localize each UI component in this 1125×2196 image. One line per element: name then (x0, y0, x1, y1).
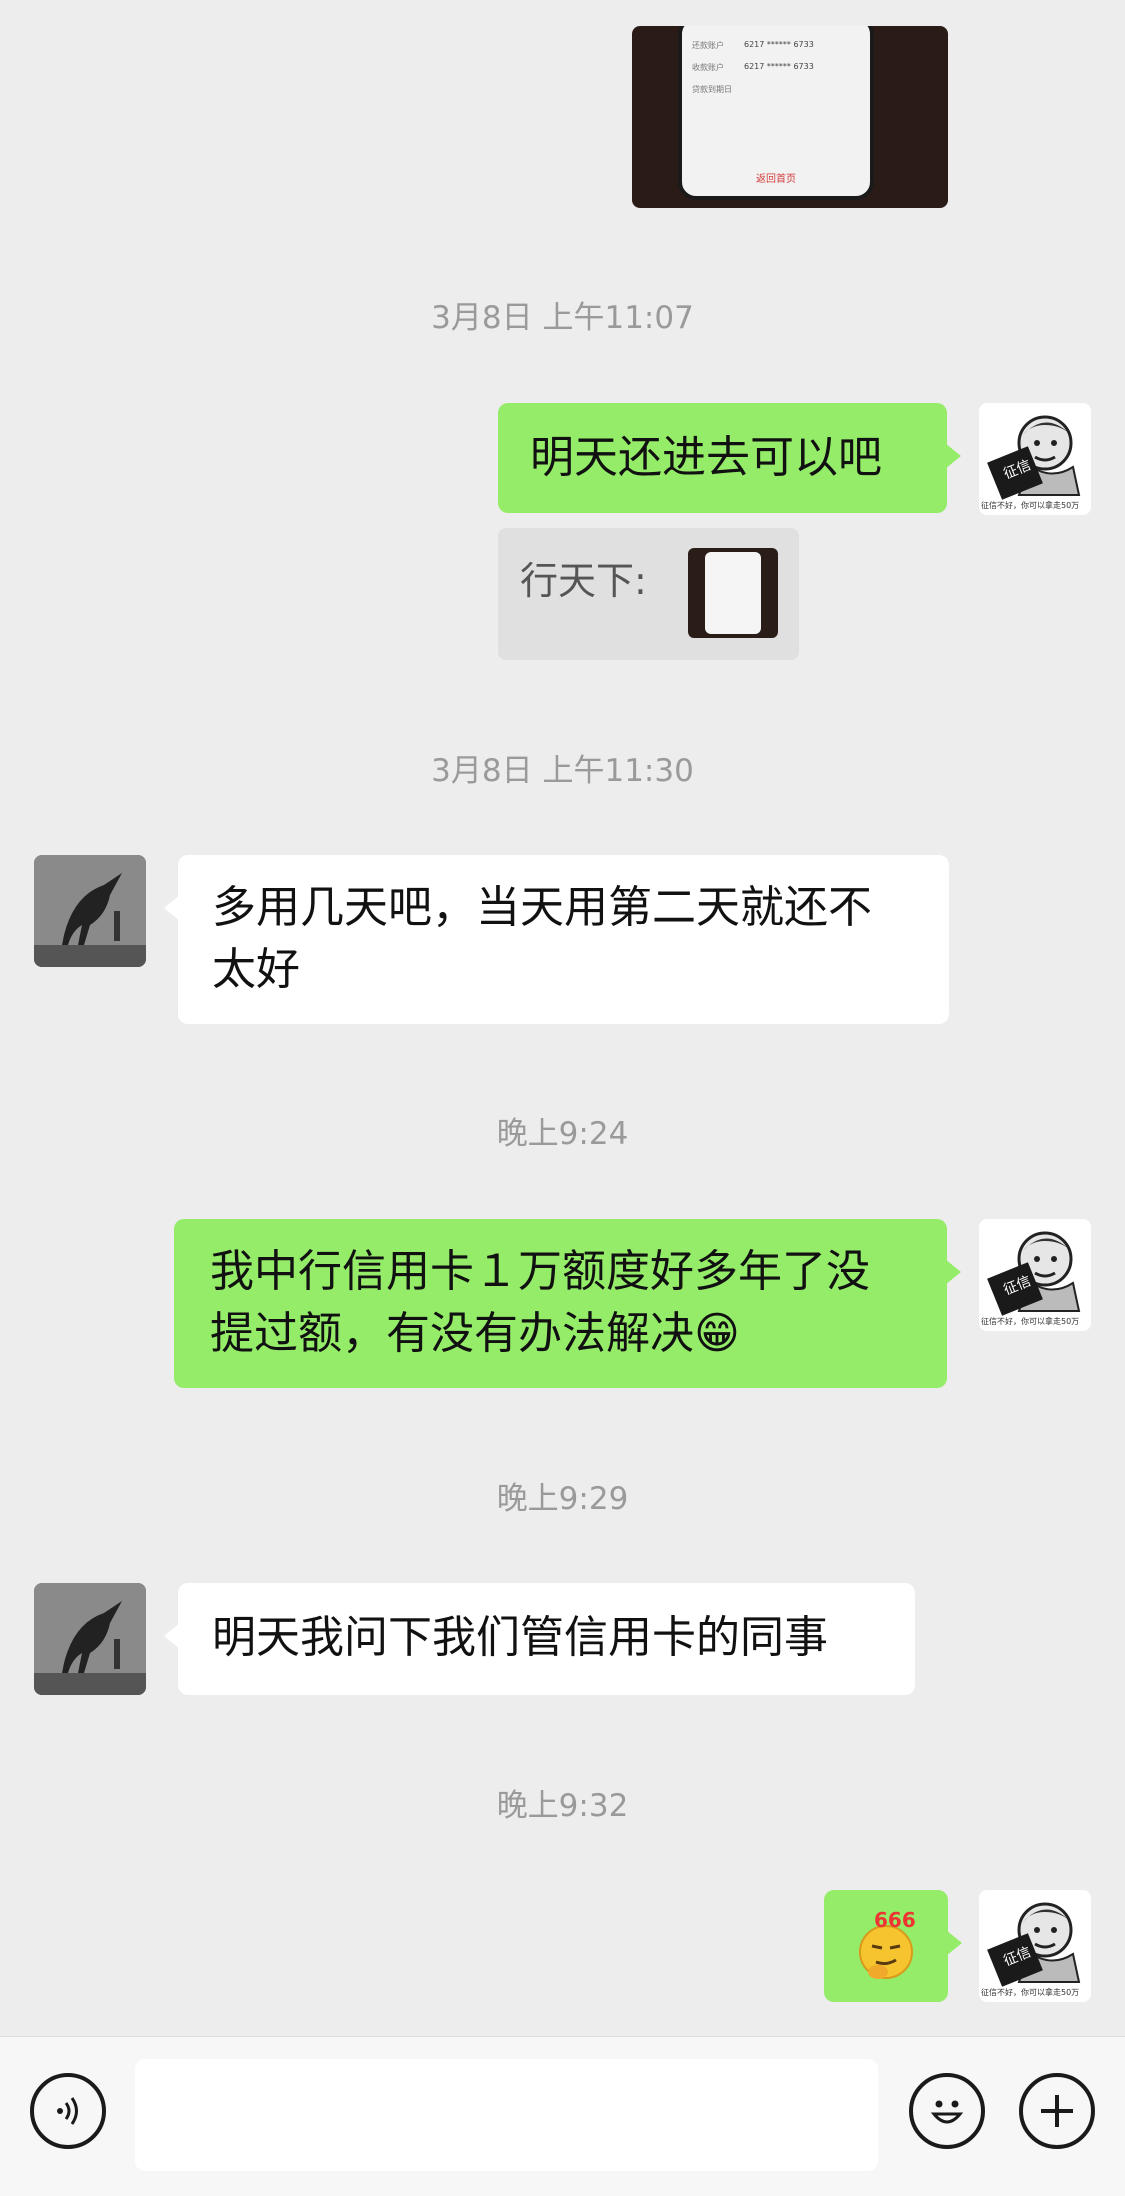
message-text: 多用几天吧，当天用第二天就还不太好 (212, 882, 872, 995)
photo-row: 贷款到期日 (692, 85, 732, 94)
message-input[interactable] (135, 2059, 878, 2171)
avatar-caption: 征信不好，你可以拿走50万 (981, 1317, 1080, 1326)
phone-screen-in-photo: 还款账户 6217 ****** 6733 收款账户 6217 ****** 6… (678, 26, 874, 200)
unicorn-avatar-icon (34, 1583, 146, 1695)
message-bubble-self[interactable]: 666 (824, 1890, 962, 2002)
avatar[interactable] (34, 855, 146, 967)
unicorn-avatar-icon (34, 855, 146, 967)
avatar-caption: 征信不好，你可以拿走50万 (981, 501, 1080, 510)
message-text: 我中行信用卡１万额度好多年了没提过额，有没有办法解决😁 (210, 1246, 870, 1359)
photo-footer-link: 返回首页 (756, 174, 796, 185)
quote-author: 行天下: (520, 559, 647, 603)
photo-row: 还款账户 6217 ****** 6733 (692, 40, 814, 50)
message-bubble-other[interactable]: 明天我问下我们管信用卡的同事 (164, 1583, 915, 1695)
chat-area[interactable]: 还款账户 6217 ****** 6733 收款账户 6217 ****** 6… (0, 0, 1125, 2036)
avatar[interactable]: 征信 征信不好，你可以拿走50万 (979, 403, 1091, 515)
message-text: 明天我问下我们管信用卡的同事 (212, 1612, 828, 1663)
meme-avatar-icon (987, 1231, 1081, 1316)
image-thumbnail (688, 548, 778, 638)
message-bubble-self[interactable]: 我中行信用卡１万额度好多年了没提过额，有没有办法解决😁 (174, 1219, 961, 1388)
message-bubble-self[interactable]: 明天还进去可以吧 (498, 403, 961, 513)
timestamp: 3月8日 上午11:30 (431, 753, 694, 789)
message-text: 明天还进去可以吧 (530, 432, 882, 483)
emoji-button[interactable] (909, 2073, 985, 2149)
input-bar (0, 2036, 1125, 2196)
voice-icon (57, 2097, 78, 2125)
avatar[interactable]: 征信 征信不好，你可以拿走50万 (979, 1890, 1091, 2002)
message-bubble-other[interactable]: 多用几天吧，当天用第二天就还不太好 (164, 855, 949, 1024)
photo-row: 收款账户 6217 ****** 6733 (692, 62, 814, 72)
meme-avatar-icon (987, 1902, 1081, 1987)
avatar[interactable]: 征信 征信不好，你可以拿走50万 (979, 1219, 1091, 1331)
emoji-icon (930, 2100, 964, 2124)
666-emoji-icon (859, 1925, 913, 1979)
timestamp: 晚上9:32 (496, 1788, 629, 1824)
meme-avatar-icon (987, 415, 1081, 500)
image-message[interactable]: 还款账户 6217 ****** 6733 收款账户 6217 ****** 6… (632, 26, 948, 208)
plus-icon (1041, 2095, 1073, 2127)
timestamp: 晚上9:24 (496, 1116, 629, 1152)
sticker-text: 666 (874, 1908, 916, 1932)
voice-button[interactable] (30, 2073, 106, 2149)
more-button[interactable] (1019, 2073, 1095, 2149)
timestamp: 3月8日 上午11:07 (431, 300, 694, 336)
avatar-caption: 征信不好，你可以拿走50万 (981, 1988, 1080, 1997)
avatar[interactable] (34, 1583, 146, 1695)
timestamp: 晚上9:29 (496, 1481, 629, 1517)
quoted-message[interactable]: 行天下: (498, 528, 799, 660)
